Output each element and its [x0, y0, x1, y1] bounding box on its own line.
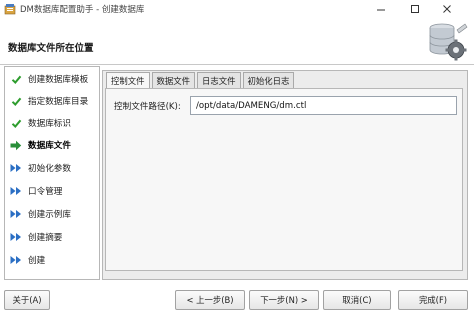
step-label: 创建数据库模板 — [28, 75, 89, 85]
finish-button[interactable]: 完成(F) — [398, 290, 468, 310]
tab-data-file[interactable]: 数据文件 — [151, 72, 195, 88]
maximize-button[interactable] — [400, 0, 430, 18]
step-item: 初始化参数 — [5, 160, 99, 176]
control-file-path-input[interactable] — [190, 96, 457, 115]
minimize-icon — [377, 9, 385, 11]
step-item: 创建摘要 — [5, 229, 99, 245]
page-header: 数据库文件所在位置 — [0, 18, 474, 65]
maximize-icon — [411, 5, 419, 13]
arrow-right-icon — [10, 139, 22, 151]
step-label: 指定数据库目录 — [28, 97, 89, 107]
double-arrow-icon — [10, 185, 22, 197]
double-arrow-icon — [10, 231, 22, 243]
next-button[interactable]: 下一步(N) > — [249, 290, 319, 310]
title-bar: DM数据库配置助手 - 创建数据库 — [0, 0, 474, 18]
step-item: 创建示例库 — [5, 206, 99, 222]
step-label: 创建摘要 — [28, 233, 63, 243]
step-item: 创建 — [5, 252, 99, 268]
app-icon — [4, 4, 16, 15]
check-icon — [10, 73, 22, 85]
step-label: 口令管理 — [28, 187, 63, 197]
step-item: 创建数据库模板 — [5, 71, 99, 87]
step-item: 口令管理 — [5, 183, 99, 199]
step-item: 指定数据库目录 — [5, 93, 99, 109]
step-label: 创建 — [28, 256, 46, 266]
tab-control-file[interactable]: 控制文件 — [106, 72, 150, 89]
page-title: 数据库文件所在位置 — [8, 43, 94, 54]
double-arrow-icon — [10, 254, 22, 266]
check-icon — [10, 117, 22, 129]
double-arrow-icon — [10, 208, 22, 220]
database-gear-icon — [429, 23, 468, 61]
control-file-path-label: 控制文件路径(K): — [114, 102, 181, 112]
window-title: DM数据库配置助手 - 创建数据库 — [20, 5, 145, 15]
steps-panel: 创建数据库模板 指定数据库目录 数据库标识 数据库文件 初始化参数 口令管理 创… — [4, 66, 100, 280]
minimize-button[interactable] — [366, 0, 396, 18]
step-label: 初始化参数 — [28, 164, 71, 174]
tab-init-log[interactable]: 初始化日志 — [242, 72, 295, 88]
prev-button[interactable]: < 上一步(B) — [175, 290, 245, 310]
double-arrow-icon — [10, 162, 22, 174]
close-button[interactable] — [432, 0, 462, 18]
step-item: 数据库标识 — [5, 115, 99, 131]
step-label: 创建示例库 — [28, 210, 71, 220]
close-icon — [443, 5, 451, 13]
step-label: 数据库标识 — [28, 119, 71, 129]
cancel-button[interactable]: 取消(C) — [323, 290, 391, 310]
tab-bar: 控制文件 数据文件 日志文件 初始化日志 — [106, 72, 296, 89]
tab-log-file[interactable]: 日志文件 — [197, 72, 241, 88]
about-button[interactable]: 关于(A) — [4, 290, 50, 310]
tab-content — [105, 88, 463, 271]
step-label: 数据库文件 — [28, 141, 71, 151]
step-item-current: 数据库文件 — [5, 137, 99, 153]
check-icon — [10, 95, 22, 107]
